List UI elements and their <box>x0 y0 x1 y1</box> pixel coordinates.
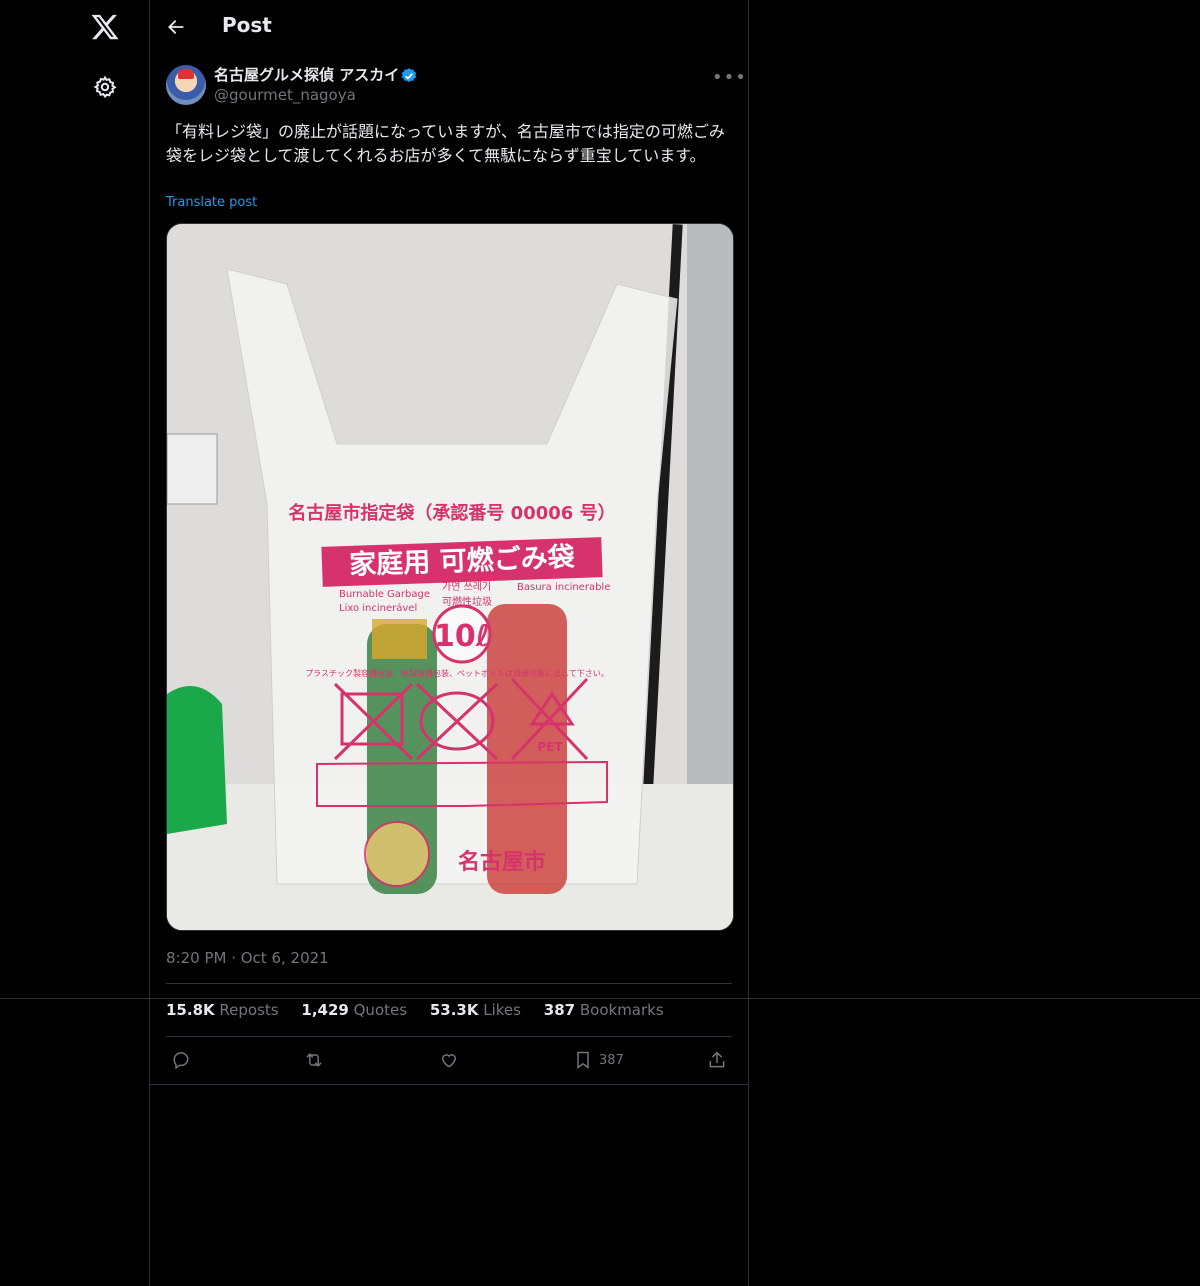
reply-icon <box>173 1052 189 1070</box>
quotes-stat[interactable]: 1,429 Quotes <box>301 1001 407 1019</box>
reply-button[interactable] <box>171 1048 191 1072</box>
post-image[interactable]: 名古屋市指定袋（承認番号 00006 号） 家庭用 可燃ごみ袋 Burnable… <box>166 223 734 931</box>
action-bar: 387 <box>166 1048 732 1072</box>
bag-photo: 名古屋市指定袋（承認番号 00006 号） 家庭用 可燃ごみ袋 Burnable… <box>167 224 733 930</box>
verified-badge-icon <box>401 68 417 83</box>
divider-mid <box>166 1036 732 1037</box>
translate-post-link[interactable]: Translate post <box>166 195 257 210</box>
bag-lang-5: Basura incinerable <box>517 582 610 593</box>
back-arrow-icon[interactable] <box>166 17 186 37</box>
left-rail <box>0 0 149 1286</box>
bag-pet-text: PET <box>537 740 563 754</box>
reposts-stat[interactable]: 15.8K Reposts <box>166 1001 279 1019</box>
author-name[interactable]: 名古屋グルメ探偵 アスカイ <box>214 64 399 85</box>
bookmarks-stat[interactable]: 387 Bookmarks <box>544 1001 664 1019</box>
author-handle[interactable]: @gourmet_nagoya <box>214 86 356 104</box>
column-border-right <box>748 0 749 1286</box>
bag-lang-3: 가연 쓰레기 <box>442 581 491 593</box>
column-border-left <box>149 0 150 1286</box>
post-timestamp[interactable]: 8:20 PM · Oct 6, 2021 <box>166 949 329 967</box>
repost-button[interactable] <box>304 1048 324 1072</box>
more-options-icon[interactable]: ••• <box>712 67 746 88</box>
bag-warning-text: プラスチック製容器包装、紙製容器包装、ペットボトルは資源収集に出して下さい。 <box>305 668 609 678</box>
bookmark-button[interactable]: 387 <box>573 1048 624 1072</box>
heart-icon <box>441 1054 457 1068</box>
bag-city-text: 名古屋市 <box>458 849 546 875</box>
divider-top <box>166 983 732 984</box>
bag-header-text: 名古屋市指定袋（承認番号 00006 号） <box>288 502 615 524</box>
page-title: Post <box>222 13 272 37</box>
divider-bottom <box>150 1084 748 1085</box>
like-button[interactable] <box>439 1048 459 1072</box>
avatar[interactable] <box>166 65 206 105</box>
bag-lang-1: Burnable Garbage <box>339 589 430 600</box>
share-icon <box>709 1051 725 1068</box>
likes-stat[interactable]: 53.3K Likes <box>430 1001 521 1019</box>
gear-icon[interactable] <box>93 75 117 99</box>
bookmark-count: 387 <box>599 1052 624 1068</box>
engagement-stats: 15.8K Reposts 1,429 Quotes 53.3K Likes 3… <box>166 1001 682 1019</box>
bookmark-icon <box>577 1051 589 1069</box>
bag-capacity-text: 10ℓ <box>434 619 490 654</box>
x-logo-icon[interactable] <box>90 12 120 42</box>
bag-lang-2: Lixo incinerável <box>339 602 417 614</box>
post-text: 「有料レジ袋」の廃止が話題になっていますが、名古屋市では指定の可燃ごみ袋をレジ袋… <box>166 122 725 165</box>
share-button[interactable] <box>707 1048 727 1072</box>
repost-icon <box>306 1053 322 1067</box>
page-divider <box>0 998 1200 999</box>
